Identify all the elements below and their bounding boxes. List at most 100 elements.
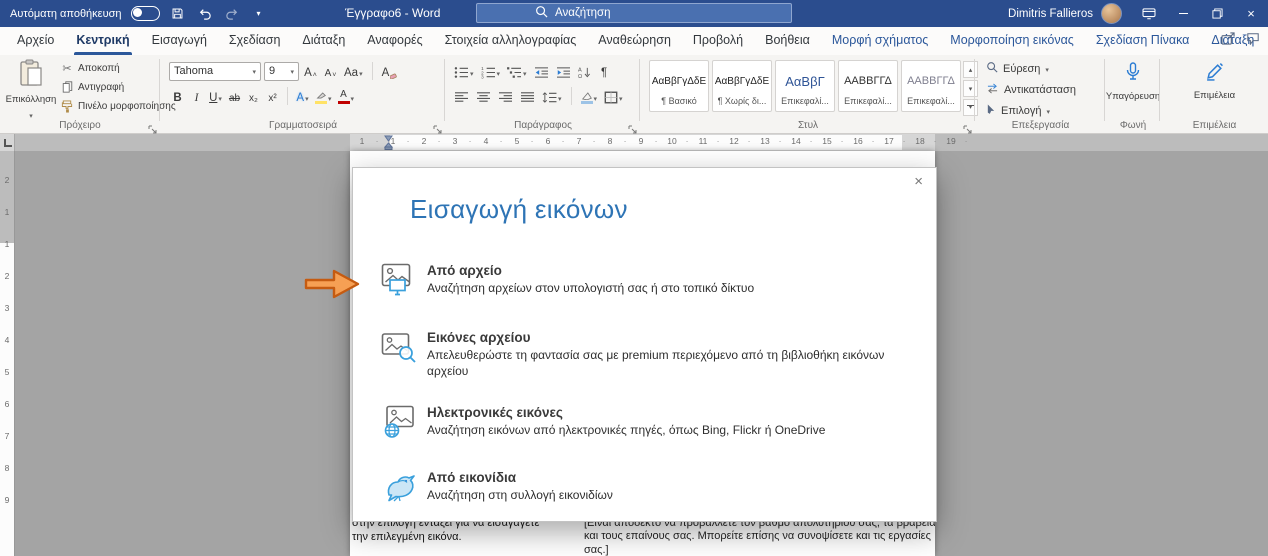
style-card-no-spacing[interactable]: ΑαΒβΓγΔδΕ ¶ Χωρίς δι...	[712, 60, 772, 112]
multilevel-list-button[interactable]	[505, 61, 529, 81]
close-button[interactable]: ×	[1234, 0, 1268, 27]
subscript-button[interactable]: x₂	[245, 86, 262, 106]
format-painter-button[interactable]: Πινέλο μορφοποίησης	[60, 98, 176, 114]
style-card-heading1[interactable]: ΑαΒβΓ Επικεφαλί...	[775, 60, 835, 112]
option-from-file[interactable]: Από αρχείο Αναζήτηση αρχείων στον υπολογ…	[381, 263, 754, 297]
style-card-normal[interactable]: ΑαΒβΓγΔδΕ ¶ Βασικό	[649, 60, 709, 112]
style-card-heading2[interactable]: ΑΑΒΒΓΓΔ Επικεφαλί...	[838, 60, 898, 112]
justify-icon	[521, 92, 534, 102]
align-left-button[interactable]	[452, 86, 471, 106]
cursor-icon	[986, 103, 996, 118]
option-online-pictures[interactable]: Ηλεκτρονικές εικόνες Αναζήτηση εικόνων α…	[381, 405, 825, 439]
font-size-combobox[interactable]: 9	[264, 61, 299, 81]
font-name-combobox[interactable]: Tahoma	[169, 61, 261, 81]
italic-button[interactable]: I	[188, 86, 205, 106]
autosave-toggle[interactable]	[130, 6, 160, 21]
justify-button[interactable]	[518, 86, 537, 106]
dialog-launcher-icon[interactable]	[963, 121, 972, 134]
borders-button[interactable]	[602, 86, 625, 106]
option-description: Αναζήτηση εικόνων από ηλεκτρονικές πηγές…	[427, 423, 826, 437]
option-stock-images[interactable]: Εικόνες αρχείου Απελευθερώστε τη φαντασί…	[381, 330, 913, 379]
copy-button[interactable]: Αντιγραφή	[60, 79, 176, 95]
document-workspace: 21123456789 στην επιλογή εντάξει για να …	[0, 151, 1268, 556]
redo-icon[interactable]	[223, 0, 241, 27]
line-spacing-button[interactable]	[540, 86, 564, 106]
chevron-down-icon	[252, 65, 256, 77]
tab-design[interactable]: Σχεδίαση	[218, 27, 292, 55]
underline-button[interactable]: U	[207, 86, 224, 106]
align-center-button[interactable]	[474, 86, 493, 106]
toggle-knob	[132, 8, 142, 17]
document-title: Έγγραφο6 - Word	[345, 6, 441, 20]
cut-button[interactable]: ✂ Αποκοπή	[60, 60, 176, 76]
tab-table-design[interactable]: Σχεδίαση Πίνακα	[1085, 27, 1201, 55]
chevron-down-icon	[218, 92, 222, 104]
bold-button[interactable]: B	[169, 86, 186, 106]
superscript-button[interactable]: x²	[264, 86, 281, 106]
vertical-ruler[interactable]: 21123456789	[0, 151, 15, 556]
text-effects-button[interactable]: A	[294, 86, 311, 106]
outdent-icon	[534, 67, 548, 78]
replace-button[interactable]: Αντικατάσταση	[986, 81, 1076, 98]
tab-help[interactable]: Βοήθεια	[754, 27, 821, 55]
tab-references[interactable]: Αναφορές	[356, 27, 433, 55]
show-formatting-marks-button[interactable]: ¶	[596, 61, 613, 81]
avatar[interactable]	[1101, 3, 1122, 24]
chevron-down-icon	[497, 67, 501, 79]
shrink-font-button[interactable]: A ˅	[322, 61, 339, 81]
customize-quick-access-icon[interactable]: ▾	[250, 0, 268, 27]
svg-text:Α: Α	[578, 68, 582, 74]
style-card-heading3[interactable]: ΑΑΒΒΓΓΔ Επικεφαλί...	[901, 60, 961, 112]
ribbon: Επικόλληση ✂ Αποκοπή Αντιγραφή	[0, 55, 1268, 134]
find-button[interactable]: Εύρεση	[986, 60, 1076, 77]
save-icon[interactable]	[169, 0, 187, 27]
tab-insert[interactable]: Εισαγωγή	[141, 27, 218, 55]
horizontal-ruler[interactable]: 1 · 1 · 2 · 3 · 4 · 5 · 6 · 7 · 8 · 9 · 10 · 11 · 12 · 13 · 14 · 15 · 16…	[0, 134, 1268, 151]
search-box[interactable]: Αναζήτηση	[476, 3, 792, 23]
font-group-label: Γραμματοσειρά	[269, 120, 337, 131]
bullets-button[interactable]	[452, 61, 476, 81]
editor-button[interactable]: Επιμέλεια	[1161, 62, 1268, 101]
minimize-button[interactable]	[1166, 0, 1200, 27]
paste-button[interactable]: Επικόλληση	[5, 59, 57, 117]
dialog-launcher-icon[interactable]	[628, 121, 637, 134]
tab-layout[interactable]: Διάταξη	[291, 27, 356, 55]
undo-icon[interactable]	[196, 0, 214, 27]
font-group: Tahoma 9 A˄ A˅ Aa A B I U ab	[161, 55, 445, 134]
comment-icon[interactable]	[1246, 32, 1260, 50]
clear-formatting-button[interactable]: A	[380, 61, 400, 81]
dialog-launcher-icon[interactable]	[433, 121, 442, 134]
increase-indent-button[interactable]	[554, 61, 573, 81]
dictate-button[interactable]: Υπαγόρευση	[1106, 62, 1160, 102]
align-right-button[interactable]	[496, 86, 515, 106]
tab-picture-format[interactable]: Μορφοποίηση εικόνας	[939, 27, 1085, 55]
highlight-color-button[interactable]	[313, 86, 334, 106]
sort-button[interactable]: ΑΩ	[576, 61, 593, 81]
tab-file[interactable]: Αρχείο	[6, 27, 65, 55]
share-icon[interactable]	[1221, 32, 1236, 50]
tab-review[interactable]: Αναθεώρηση	[587, 27, 682, 55]
font-color-button[interactable]: A	[336, 86, 357, 106]
find-label: Εύρεση	[1003, 62, 1041, 75]
restore-button[interactable]	[1200, 0, 1234, 27]
tab-shape-format[interactable]: Μορφή σχήματος	[821, 27, 939, 55]
editor-group: Επιμέλεια Επιμέλεια	[1161, 55, 1268, 133]
tab-view[interactable]: Προβολή	[682, 27, 754, 55]
shading-button[interactable]	[579, 86, 600, 106]
numbering-button[interactable]: 123	[479, 61, 503, 81]
tab-home[interactable]: Κεντρική	[65, 27, 140, 55]
option-text: Ηλεκτρονικές εικόνες Αναζήτηση εικόνων α…	[427, 405, 825, 439]
decrease-indent-button[interactable]	[532, 61, 551, 81]
close-icon[interactable]: ×	[914, 174, 923, 189]
strikethrough-button[interactable]: ab	[226, 86, 243, 106]
indent-icon	[556, 67, 570, 78]
tab-mailings[interactable]: Στοιχεία αλληλογραφίας	[434, 27, 588, 55]
tab-stop-selector[interactable]	[0, 134, 15, 151]
select-button[interactable]: Επιλογή	[986, 102, 1076, 119]
change-case-button[interactable]: Aa	[342, 61, 365, 81]
ribbon-display-options-icon[interactable]	[1132, 0, 1166, 27]
shading-color-bar	[580, 101, 593, 104]
dialog-launcher-icon[interactable]	[148, 121, 157, 134]
option-from-icons[interactable]: Από εικονίδια Αναζήτηση στη συλλογή εικο…	[381, 470, 613, 504]
grow-font-button[interactable]: A ˄	[302, 61, 319, 81]
